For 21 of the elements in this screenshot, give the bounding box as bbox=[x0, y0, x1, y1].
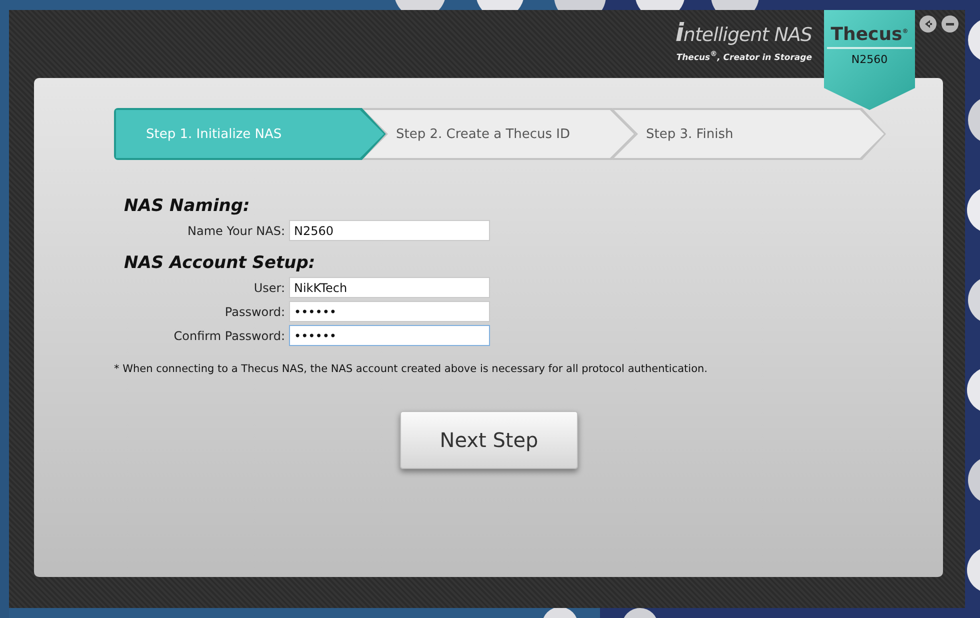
field-label: User: bbox=[252, 280, 285, 294]
input-field[interactable]: NikKTech bbox=[289, 277, 490, 298]
wizard-step: Step 3. Finish bbox=[612, 108, 886, 160]
field-label: Confirm Password: bbox=[172, 328, 285, 342]
tagline: Thecus$^{®}$, Creator in Storage bbox=[676, 50, 812, 63]
product-title: intelligent NAS bbox=[675, 20, 812, 48]
next-step-button[interactable]: Next Step bbox=[400, 411, 578, 469]
note-text: * When connecting to a Thecus NAS, the NAS account created above is necessary for all protocol authentication. bbox=[114, 363, 708, 375]
model-label: N2560 bbox=[851, 53, 888, 66]
field-label: Password: bbox=[224, 304, 285, 318]
input-field[interactable]: •••••• bbox=[289, 301, 490, 322]
section-heading: NAS Naming: bbox=[124, 196, 251, 216]
wizard-step: Step 2. Create a Thecus ID bbox=[362, 108, 636, 160]
minimize-icon[interactable] bbox=[941, 15, 959, 33]
field-label: Name Your NAS: bbox=[186, 224, 285, 238]
section-heading: NAS Account Setup: bbox=[124, 253, 316, 273]
brand-logo: Thecus$^{®}$ bbox=[826, 24, 912, 49]
wizard-step: Step 1. Initialize NAS bbox=[114, 108, 386, 160]
input-field[interactable]: •••••• bbox=[289, 325, 490, 346]
input-field[interactable]: N2560 bbox=[289, 220, 490, 241]
back-icon[interactable] bbox=[919, 15, 937, 33]
